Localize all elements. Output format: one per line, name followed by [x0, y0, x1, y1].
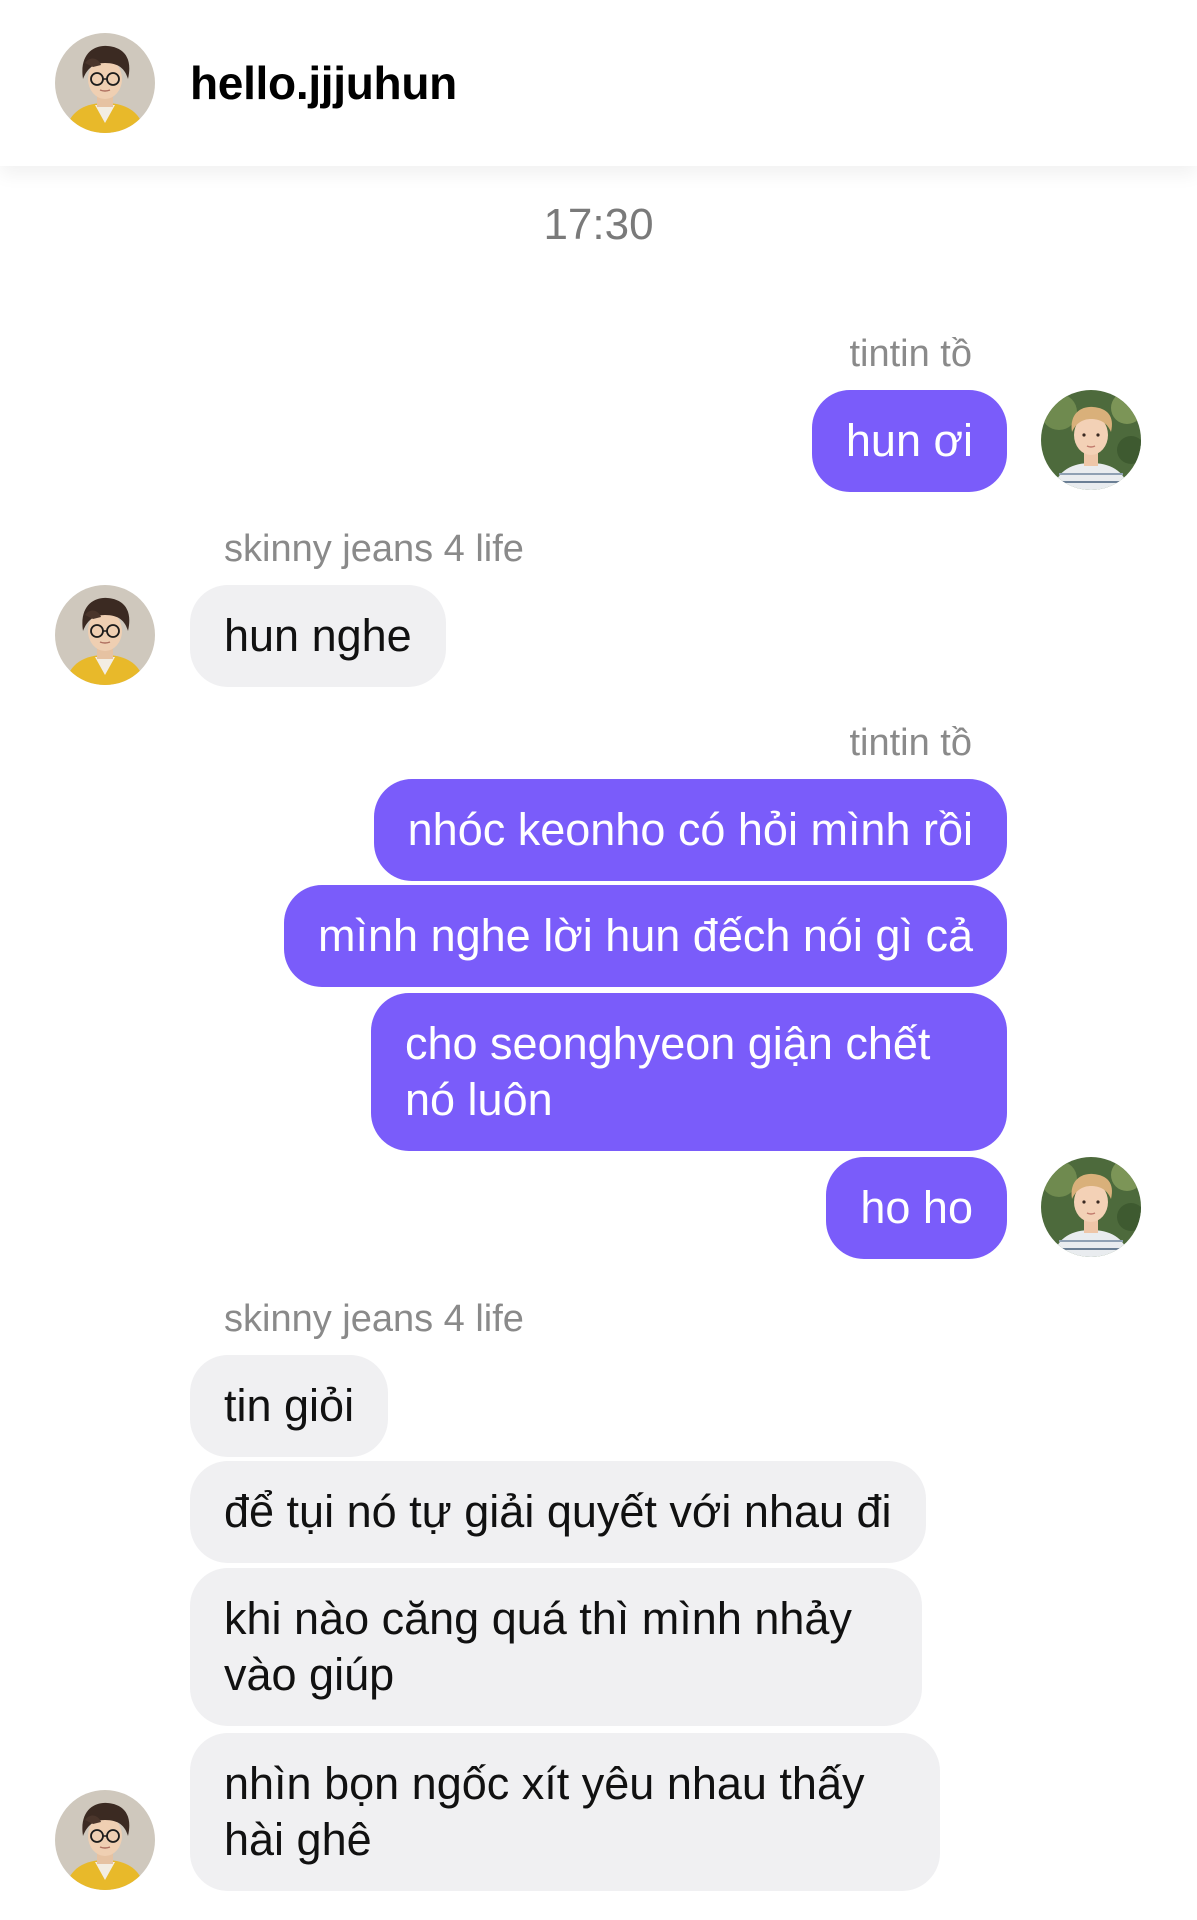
outgoing-message-bubble[interactable]: hun ơi [811, 390, 1007, 492]
outgoing-message-bubble[interactable]: ho ho [826, 1157, 1007, 1259]
self-avatar[interactable] [1041, 390, 1141, 490]
incoming-message-bubble[interactable]: hun nghe [190, 585, 446, 687]
sender-label: tintin tồ [849, 722, 972, 764]
contact-avatar[interactable] [55, 33, 155, 133]
sender-label: skinny jeans 4 life [224, 1298, 524, 1340]
outgoing-message-bubble[interactable]: mình nghe lời hun đếch nói gì cả [284, 885, 1007, 987]
message-timestamp: 17:30 [543, 200, 654, 249]
contact-avatar-photo-icon [55, 585, 155, 685]
contact-avatar-photo-icon [55, 1790, 155, 1890]
incoming-message-bubble[interactable]: nhìn bọn ngốc xít yêu nhau thấy hài ghê [190, 1733, 940, 1891]
chat-header: hello.jjjuhun [0, 0, 1197, 166]
self-avatar-photo-icon [1041, 390, 1141, 490]
contact-username[interactable]: hello.jjjuhun [190, 56, 457, 110]
contact-avatar[interactable] [55, 1790, 155, 1890]
contact-avatar[interactable] [55, 585, 155, 685]
outgoing-message-bubble[interactable]: nhóc keonho có hỏi mình rồi [373, 779, 1007, 881]
sender-label: skinny jeans 4 life [224, 528, 524, 570]
self-avatar[interactable] [1041, 1157, 1141, 1257]
incoming-message-bubble[interactable]: khi nào căng quá thì mình nhảy vào giúp [190, 1568, 922, 1726]
sender-label: tintin tồ [849, 333, 972, 375]
outgoing-message-bubble[interactable]: cho seonghyeon giận chết nó luôn [371, 993, 1007, 1151]
incoming-message-bubble[interactable]: tin giỏi [190, 1355, 389, 1457]
contact-avatar-photo-icon [55, 33, 155, 133]
incoming-message-bubble[interactable]: để tụi nó tự giải quyết với nhau đi [190, 1461, 926, 1563]
self-avatar-photo-icon [1041, 1157, 1141, 1257]
